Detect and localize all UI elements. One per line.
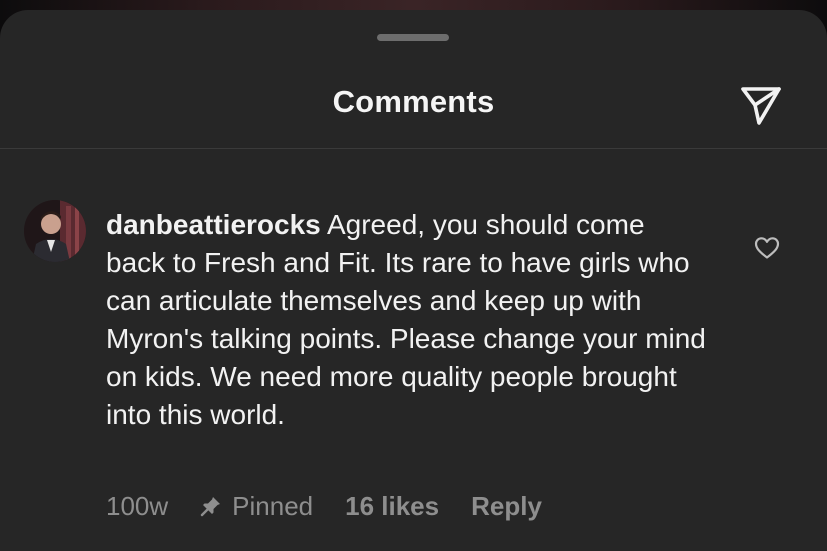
pin-icon (200, 495, 222, 517)
header-divider (0, 148, 827, 149)
send-icon (741, 87, 781, 125)
comments-sheet: Comments danbeattierocks Agreed, you sho… (0, 10, 827, 551)
reply-button[interactable]: Reply (471, 491, 542, 522)
pinned-label: Pinned (232, 490, 314, 521)
avatar-image (24, 200, 86, 262)
comment-age: 100w (106, 490, 169, 521)
sheet-title: Comments (332, 84, 495, 119)
comment-body: danbeattierocks Agreed, you should come … (106, 206, 706, 434)
comment-meta: 100w Pinned 16 likes Reply (106, 488, 574, 524)
comment-username[interactable]: danbeattierocks (106, 209, 321, 240)
share-button[interactable] (736, 82, 786, 128)
pinned-badge: Pinned (200, 491, 313, 522)
avatar[interactable] (24, 200, 86, 262)
like-button[interactable] (752, 234, 782, 262)
scrolled-previous-content (180, 138, 440, 148)
heart-outline-icon (754, 237, 780, 259)
comment-text: Agreed, you should come back to Fresh an… (106, 209, 706, 430)
likes-count[interactable]: 16 likes (345, 491, 439, 522)
drag-handle[interactable] (377, 34, 449, 41)
